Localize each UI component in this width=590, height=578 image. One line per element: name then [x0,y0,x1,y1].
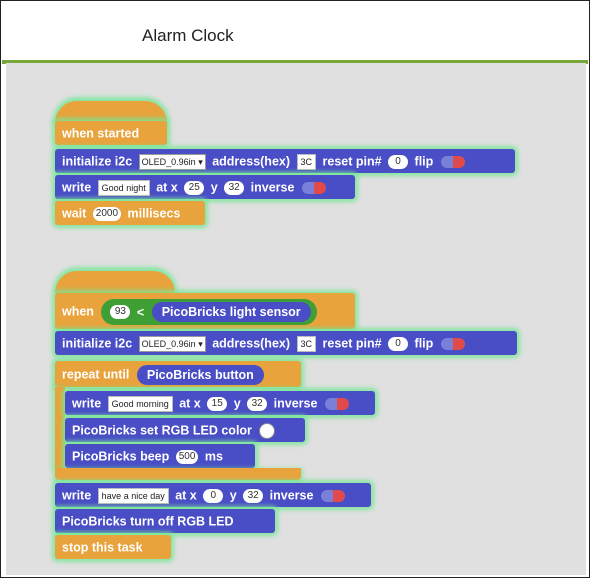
initialize-i2c-block[interactable]: initialize i2c OLED_0.96in ▾ address(hex… [55,331,517,355]
at-x-label: at x [179,396,201,411]
write-block[interactable]: write Good night at x 25 y 32 inverse [55,175,355,199]
repeat-loop-arm [55,387,65,469]
y-field[interactable]: 32 [247,396,268,411]
inverse-toggle[interactable] [320,489,345,502]
address-field[interactable]: 3C [296,153,317,170]
light-sensor-reporter[interactable]: PicoBricks light sensor [151,302,311,323]
x-field[interactable]: 15 [207,396,228,411]
flip-toggle[interactable] [440,337,465,350]
x-field[interactable]: 0 [203,488,224,503]
wait-ms-field[interactable]: 2000 [92,206,122,221]
stop-task-block[interactable]: stop this task [55,535,171,559]
at-x-label: at x [156,180,178,195]
ms-label: ms [204,449,223,464]
set-rgb-led-block[interactable]: PicoBricks set RGB LED color [65,418,305,442]
millisecs-label: millisecs [127,206,181,221]
initialize-label: initialize i2c [62,154,133,169]
project-title: Alarm Clock [142,26,234,45]
inverse-label: inverse [250,180,295,195]
turn-off-rgb-block[interactable]: PicoBricks turn off RGB LED [55,509,275,533]
hat-top [55,101,167,123]
color-swatch[interactable] [259,422,276,439]
address-label: address(hex) [212,336,291,351]
initialize-label: initialize i2c [62,336,133,351]
inverse-label: inverse [273,396,318,411]
y-label: y [229,488,237,503]
less-than-label: < [136,305,145,320]
y-field[interactable]: 32 [224,180,245,195]
write-block[interactable]: write have a nice day at x 0 y 32 invers… [55,483,371,507]
device-dropdown[interactable]: OLED_0.96in ▾ [138,335,206,352]
write-text-field[interactable]: have a nice day [97,487,169,504]
write-label: write [72,396,102,411]
flip-label: flip [414,154,434,169]
inverse-toggle[interactable] [301,181,326,194]
inverse-toggle[interactable] [324,397,349,410]
wait-label: wait [62,206,87,221]
y-field[interactable]: 32 [243,488,264,503]
turn-off-rgb-label: PicoBricks turn off RGB LED [62,514,234,529]
at-x-label: at x [175,488,197,503]
repeat-until-label: repeat until [62,367,130,382]
beep-ms-field[interactable]: 500 [175,449,199,464]
write-text-field[interactable]: Good night [97,179,150,196]
inverse-label: inverse [269,488,314,503]
button-reporter[interactable]: PicoBricks button [136,364,264,385]
write-block[interactable]: write Good morning at x 15 y 32 inverse [65,391,375,415]
hat-top [55,271,175,293]
reset-label: reset pin# [322,154,382,169]
write-text-field[interactable]: Good morning [107,395,173,412]
threshold-field[interactable]: 93 [110,305,131,320]
reset-pin-field[interactable]: 0 [388,154,409,169]
address-field[interactable]: 3C [296,335,317,352]
y-label: y [233,396,241,411]
title-bar: Alarm Clock [2,2,588,64]
repeat-loop-cap [55,468,301,480]
address-label: address(hex) [212,154,291,169]
when-started-block[interactable]: when started [55,121,167,145]
wait-block[interactable]: wait 2000 millisecs [55,201,205,225]
stop-task-label: stop this task [62,540,143,555]
less-than-operator[interactable]: 93 < PicoBricks light sensor [101,298,317,325]
repeat-until-block[interactable]: repeat until PicoBricks button [55,361,301,387]
when-condition-block[interactable]: when 93 < PicoBricks light sensor [55,293,355,329]
when-label: when [62,304,94,319]
flip-label: flip [414,336,434,351]
write-label: write [62,488,92,503]
x-field[interactable]: 25 [184,180,205,195]
when-started-label: when started [62,126,140,141]
beep-block[interactable]: PicoBricks beep 500 ms [65,444,255,468]
scripting-area[interactable]: when started initialize i2c OLED_0.96in … [6,63,586,575]
reset-label: reset pin# [322,336,382,351]
write-label: write [62,180,92,195]
reset-pin-field[interactable]: 0 [388,336,409,351]
y-label: y [210,180,218,195]
beep-label: PicoBricks beep [72,449,170,464]
set-rgb-label: PicoBricks set RGB LED color [72,423,252,438]
flip-toggle[interactable] [440,155,465,168]
device-dropdown[interactable]: OLED_0.96in ▾ [138,153,206,170]
initialize-i2c-block[interactable]: initialize i2c OLED_0.96in ▾ address(hex… [55,149,515,173]
